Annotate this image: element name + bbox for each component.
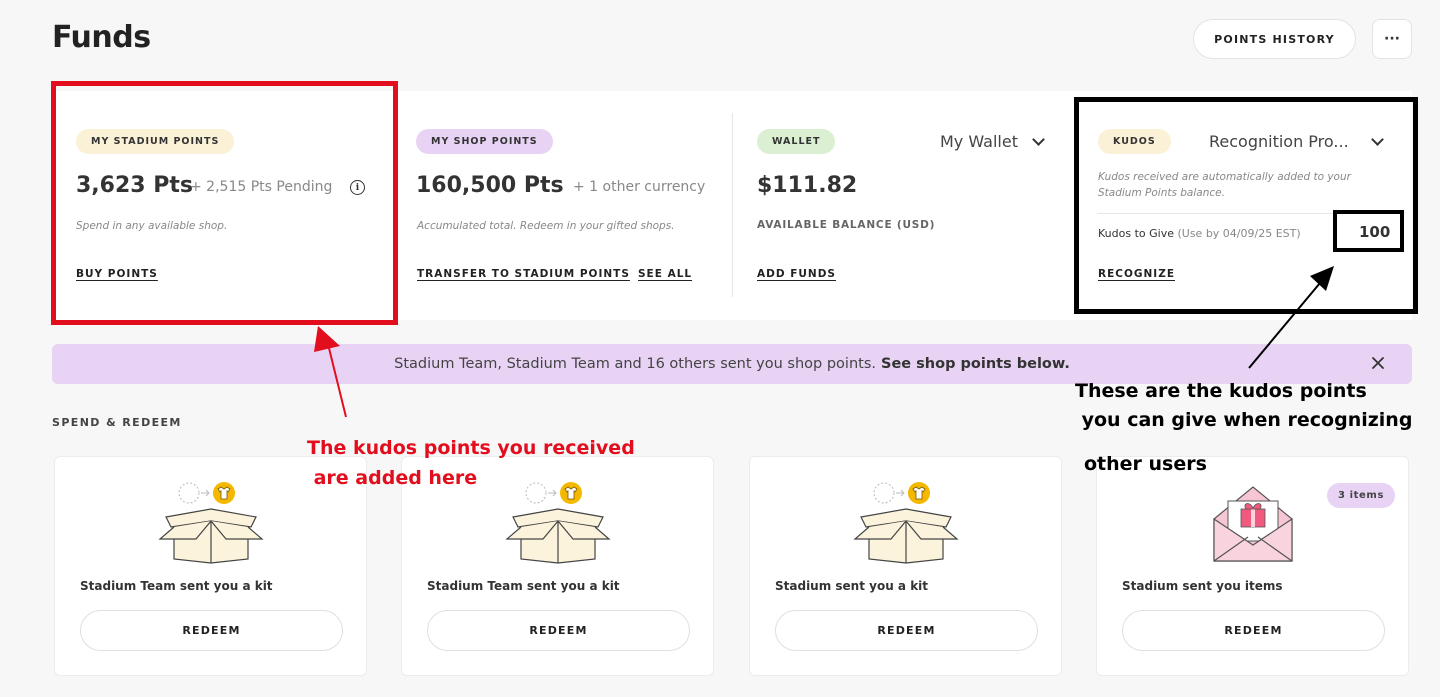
wallet-balance-label: AVAILABLE BALANCE (USD)	[757, 219, 936, 231]
points-history-button[interactable]: POINTS HISTORY	[1193, 19, 1356, 59]
tile-text: Stadium Team sent you a kit	[80, 579, 273, 593]
section-title: SPEND & REDEEM	[52, 416, 182, 429]
annotation-black-line: you can give when recognizing	[1075, 409, 1413, 431]
banner-text: Stadium Team, Stadium Team and 16 others…	[394, 356, 876, 372]
open-box-tshirt-icon	[852, 482, 959, 564]
chevron-down-icon	[1032, 132, 1045, 146]
annotation-black-line: These are the kudos points	[1075, 380, 1367, 402]
page-title: Funds	[52, 20, 151, 55]
tile-text: Stadium Team sent you a kit	[427, 579, 620, 593]
more-icon: ···	[1384, 31, 1400, 47]
add-funds-link[interactable]: ADD FUNDS	[757, 268, 836, 280]
redeem-button[interactable]: REDEEM	[775, 610, 1038, 651]
see-all-link[interactable]: SEE ALL	[638, 268, 692, 280]
annotation-red-text: The kudos points you received are added …	[307, 433, 635, 493]
annotation-black-text: These are the kudos points you can give …	[1075, 377, 1412, 479]
close-icon[interactable]	[1371, 356, 1385, 370]
wallet-card: WALLET My Wallet $111.82 AVAILABLE BALAN…	[733, 91, 1073, 320]
see-shop-points-link[interactable]: See shop points below.	[881, 356, 1070, 372]
shop-points-pill: MY SHOP POINTS	[416, 129, 553, 154]
redeem-tile: Stadium sent you a kit REDEEM	[749, 456, 1062, 676]
shop-points-value: 160,500 Pts	[416, 173, 564, 198]
annotation-red-line: The kudos points you received	[307, 437, 635, 459]
tile-text: Stadium sent you items	[1122, 579, 1283, 593]
open-box-tshirt-icon	[157, 482, 264, 564]
highlight-box-red	[51, 81, 398, 325]
shop-points-note: Accumulated total. Redeem in your gifted…	[417, 220, 675, 232]
redeem-tile: 3 items Stadium sent you items REDEEM	[1096, 456, 1409, 676]
wallet-pill: WALLET	[757, 129, 836, 154]
redeem-button[interactable]: REDEEM	[80, 610, 343, 651]
redeem-button[interactable]: REDEEM	[427, 610, 690, 651]
other-currency-text[interactable]: + 1 other currency	[573, 179, 705, 195]
redeem-button[interactable]: REDEEM	[1122, 610, 1385, 651]
more-options-button[interactable]: ···	[1372, 19, 1412, 59]
tile-text: Stadium sent you a kit	[775, 579, 929, 593]
annotation-red-line: are added here	[307, 467, 478, 489]
annotation-black-line: other users	[1084, 453, 1207, 475]
shop-points-card: MY SHOP POINTS 160,500 Pts + 1 other cur…	[392, 91, 732, 320]
wallet-balance-value: $111.82	[757, 173, 858, 198]
envelope-gift-icon	[1212, 486, 1293, 562]
items-count-badge: 3 items	[1327, 483, 1396, 508]
wallet-dropdown-label: My Wallet	[940, 132, 1018, 151]
transfer-to-stadium-link[interactable]: TRANSFER TO STADIUM POINTS	[417, 268, 630, 280]
wallet-dropdown[interactable]: My Wallet	[940, 132, 1045, 151]
highlight-box-kudos-value	[1333, 210, 1404, 252]
highlight-box-black	[1074, 97, 1418, 314]
